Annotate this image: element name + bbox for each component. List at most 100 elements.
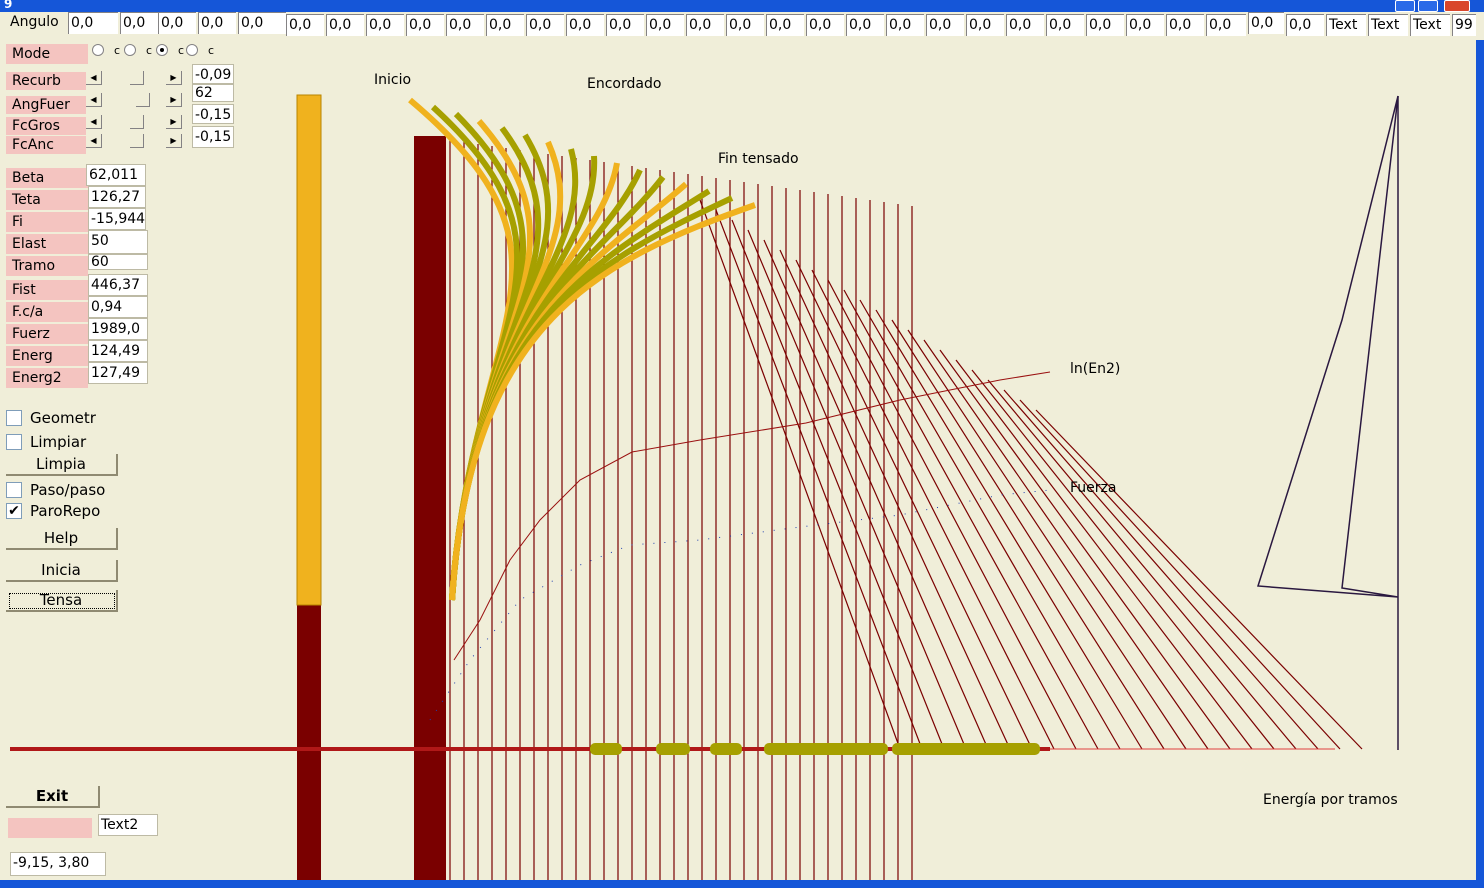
top-field[interactable]: 0,0 [326,14,364,36]
top-field[interactable]: 0,0 [198,12,236,34]
fcgros-slider[interactable]: ◀ ▶ [86,115,190,129]
limb-curve [449,181,688,601]
top-field[interactable]: 0,0 [886,14,924,36]
text-field[interactable]: 99 [1452,14,1476,36]
fi-label: Fi [6,212,88,232]
top-field[interactable]: 0,0 [120,12,158,34]
mode-radio-3[interactable] [186,44,198,56]
top-field[interactable]: 0,0 [766,14,804,36]
exit-button[interactable]: Exit [6,786,100,808]
maximize-button[interactable] [1418,0,1438,12]
arrow-right-icon[interactable]: ▶ [166,115,182,129]
fcanc-slider[interactable]: ◀ ▶ [86,134,190,148]
limpia-button[interactable]: Limpia [6,454,118,476]
arrow-left-icon[interactable]: ◀ [86,71,102,85]
top-field[interactable]: 0,0 [406,14,444,36]
top-field[interactable]: 0,0 [1046,14,1084,36]
text-field[interactable]: Text [1410,14,1450,36]
arrow-right-icon[interactable]: ▶ [166,93,182,107]
top-field[interactable]: 0,0 [966,14,1004,36]
minimize-button[interactable] [1395,0,1415,12]
title-bar: 9 [0,0,1484,12]
angfuer-label: AngFuer [6,96,86,114]
paro-checkbox[interactable]: ✔ [6,503,22,519]
text2-field[interactable]: Text2 [98,814,158,836]
slider-thumb[interactable] [130,71,144,85]
geometr-label: Geometr [30,409,96,427]
recurb-slider[interactable]: ◀ ▶ [86,71,190,85]
top-field-last[interactable]: 0,0 [1286,14,1324,36]
coords-field[interactable]: -9,15, 3,80 [10,852,106,876]
geometr-checkbox[interactable] [6,410,22,426]
top-field[interactable]: 0,0 [1248,12,1284,34]
top-field-strip: Angulo 0,0 0,0 0,0 0,0 0,0 0,0 0,0 0,0 0… [0,12,1484,40]
mode-radio-2[interactable] [156,44,168,56]
paso-checkbox[interactable] [6,482,22,498]
top-field[interactable]: 0,0 [1086,14,1124,36]
label-inicio: Inicio [374,72,412,88]
tramo-label: Tramo [6,256,88,276]
top-field[interactable]: 0,0 [606,14,644,36]
inicia-button[interactable]: Inicia [6,560,118,582]
arrow-right-icon[interactable]: ▶ [166,71,182,85]
string-diag [923,339,1209,750]
top-field[interactable]: 0,0 [1166,14,1204,36]
top-field[interactable]: 0,0 [646,14,684,36]
top-field[interactable]: 0,0 [158,12,196,34]
teta-label: Teta [6,190,88,210]
slider-thumb[interactable] [136,93,150,107]
arrow-right-icon[interactable]: ▶ [166,134,182,148]
fi-value[interactable]: -15,944 [88,208,146,230]
top-field[interactable]: 0,0 [366,14,404,36]
beta-label: Beta [6,168,88,188]
text-field[interactable]: Text [1326,14,1366,36]
string-diag [843,289,1099,750]
tensa-button[interactable]: Tensa [6,590,118,612]
label-energia: Energía por tramos [1263,792,1398,808]
teta-value[interactable]: 126,27 [88,186,146,208]
top-field[interactable]: 0,0 [238,12,286,34]
mode-radio-1[interactable] [124,44,136,56]
arrow-left-icon[interactable]: ◀ [86,115,102,129]
top-field[interactable]: 0,0 [566,14,604,36]
limpiar-checkbox[interactable] [6,434,22,450]
arrow-left-icon[interactable]: ◀ [86,134,102,148]
angfuer-value[interactable]: 62 [192,84,234,102]
text-field[interactable]: Text [1368,14,1408,36]
top-field[interactable]: 0,0 [1206,14,1246,36]
slider-thumb[interactable] [130,134,144,148]
top-field[interactable]: 0,0 [446,14,484,36]
top-field[interactable]: 0,0 [926,14,964,36]
limb-curve [449,133,552,601]
fcgros-value[interactable]: -0,15 [192,104,234,124]
mode-radio-0[interactable] [92,44,104,56]
arrow-left-icon[interactable]: ◀ [86,93,102,107]
label-fuerza: Fuerza [1070,480,1117,496]
tramo-value[interactable]: 60 [88,254,148,270]
close-button[interactable] [1444,0,1470,12]
energ-value[interactable]: 124,49 [88,340,148,362]
top-field[interactable]: 0,0 [686,14,724,36]
paso-label: Paso/paso [30,481,106,499]
fuerz-value[interactable]: 1989,0 [88,318,148,340]
angfuer-slider[interactable]: ◀ ▶ [86,93,190,107]
top-field[interactable]: 0,0 [486,14,524,36]
help-button[interactable]: Help [6,528,118,550]
top-field[interactable]: 0,0 [526,14,564,36]
fist-value[interactable]: 446,37 [88,274,148,296]
top-field[interactable]: 0,0 [846,14,884,36]
beta-value[interactable]: 62,011 [86,164,146,186]
elast-value[interactable]: 50 [88,230,148,254]
top-field[interactable]: 0,0 [726,14,764,36]
top-field[interactable]: 0,0 [806,14,844,36]
energ2-value[interactable]: 127,49 [88,362,148,384]
recurb-value[interactable]: -0,09 [192,64,234,84]
top-field[interactable]: 0,0 [1126,14,1164,36]
mode-radio-label: c [208,44,215,57]
top-field[interactable]: 0,0 [286,14,324,36]
slider-thumb[interactable] [130,115,144,129]
top-field[interactable]: 0,0 [68,12,118,34]
top-field[interactable]: 0,0 [1006,14,1044,36]
fcanc-value[interactable]: -0,15 [192,126,234,148]
fca-value[interactable]: 0,94 [88,296,148,318]
